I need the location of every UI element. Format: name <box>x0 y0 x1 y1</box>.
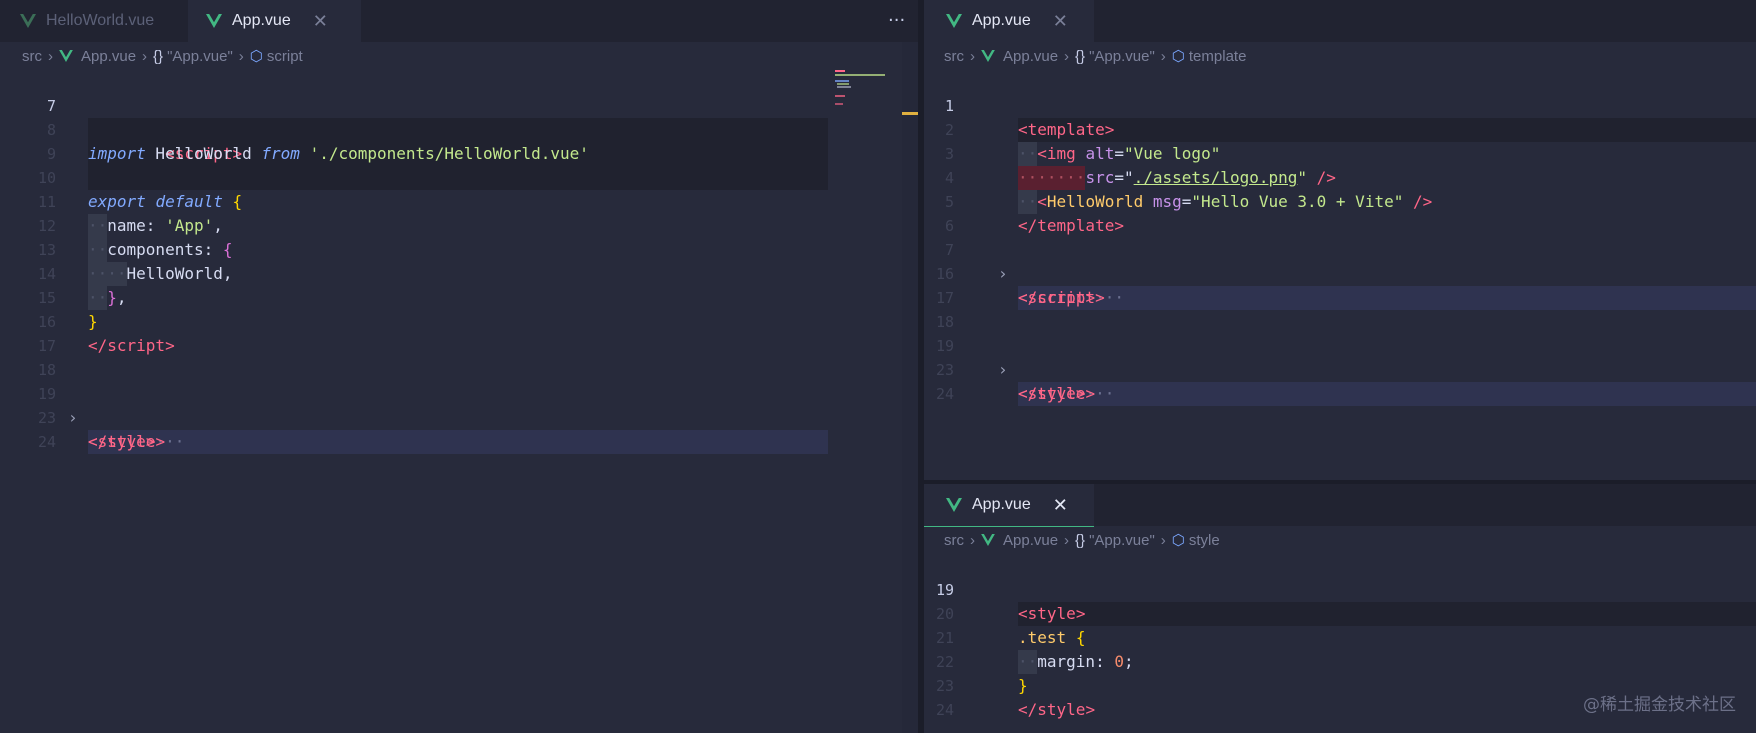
breadcrumb-file[interactable]: App.vue <box>1003 532 1058 549</box>
cube-icon: ⬡ <box>1171 48 1185 65</box>
cube-icon: ⬡ <box>249 48 263 65</box>
code-line: 18 <box>0 334 918 379</box>
tab-label: HelloWorld.vue <box>46 12 155 29</box>
breadcrumb-section[interactable]: template <box>1189 48 1247 65</box>
code-line: 13 ····HelloWorld, <box>0 214 918 286</box>
code-line: 9 <box>0 118 918 163</box>
code-line: 24 <box>0 406 918 451</box>
breadcrumb: src › App.vue › {} "App.vue" › ⬡ templat… <box>924 42 1756 70</box>
breadcrumb-symbol[interactable]: "App.vue" <box>1089 532 1155 549</box>
code-line: 19 › <style>··· <box>0 358 918 454</box>
breadcrumb-section[interactable]: script <box>267 48 303 65</box>
breadcrumb-file[interactable]: App.vue <box>81 48 136 65</box>
code-line: 18 <box>924 286 1756 331</box>
left-editor-pane: HelloWorld.vue App.vue ✕ ··· src › App.v… <box>0 0 918 733</box>
code-line: 11 ··name: 'App', <box>0 166 918 238</box>
breadcrumb-symbol[interactable]: "App.vue" <box>167 48 233 65</box>
code-line: 15 } <box>0 262 918 331</box>
tab-app-vue[interactable]: App.vue ✕ <box>924 484 1094 527</box>
code-line: 22 } <box>924 626 1756 695</box>
code-line: 16 </script> <box>0 286 918 355</box>
code-line: 23 </style> <box>924 650 1756 719</box>
chevron-right-icon: › <box>970 531 975 549</box>
vue-file-icon <box>206 14 222 28</box>
breadcrumb-file[interactable]: App.vue <box>1003 48 1058 65</box>
tab-app-vue[interactable]: App.vue ✕ <box>924 0 1094 42</box>
code-line: 7 › <script>··· <box>924 214 1756 310</box>
code-line: 19 › <style>··· <box>924 310 1756 406</box>
tab-label: App.vue <box>232 12 291 29</box>
watermark: @稀土掘金技术社区 <box>1583 695 1736 715</box>
code-token: style <box>107 432 156 451</box>
code-line: 23 </style> <box>924 334 1756 403</box>
vue-file-icon <box>20 14 36 28</box>
code-line: 2 ··<img alt="Vue logo" <box>924 94 1756 166</box>
code-line: 6 <box>924 190 1756 235</box>
code-line: 7 <script> <box>0 70 918 190</box>
code-token: style <box>1037 700 1086 719</box>
chevron-right-icon: › <box>1160 531 1166 549</box>
right-top-editor-pane: App.vue ✕ src › App.vue › {} "App.vue" ›… <box>924 0 1756 480</box>
breadcrumb: src › App.vue › {} "App.vue" › ⬡ script <box>0 42 918 70</box>
close-icon[interactable]: ✕ <box>1053 495 1068 516</box>
braces-icon: {} <box>1075 531 1086 549</box>
code-editor[interactable]: 7 <script> 8 import HelloWorld from './c… <box>0 70 918 733</box>
breadcrumb: src › App.vue › {} "App.vue" › ⬡ style <box>924 526 1756 554</box>
right-bottom-tab-bar: App.vue ✕ <box>924 484 1756 527</box>
breadcrumb-folder[interactable]: src <box>22 48 42 65</box>
vue-file-icon <box>946 14 962 28</box>
tab-label: App.vue <box>972 12 1031 29</box>
code-line: 23 </style> <box>0 382 918 451</box>
line-number: 24 <box>935 385 954 403</box>
more-actions-icon[interactable]: ··· <box>888 10 905 31</box>
close-icon[interactable]: ✕ <box>1053 11 1068 32</box>
code-line: 1 <template> <box>924 70 1756 142</box>
code-line: 14 ··}, <box>0 238 918 310</box>
vue-file-icon <box>59 50 73 62</box>
braces-icon: {} <box>1075 47 1086 65</box>
code-line: 17 <box>0 310 918 355</box>
code-line: 5 </template> <box>924 166 1756 235</box>
braces-icon: {} <box>153 47 164 65</box>
scroll-indicator <box>902 112 918 115</box>
chevron-right-icon: › <box>1064 47 1070 65</box>
tab-label: App.vue <box>972 496 1031 513</box>
chevron-right-icon: › <box>238 47 244 65</box>
code-line: 16 </script> <box>924 238 1756 307</box>
code-line: 21 ··margin: 0; <box>924 602 1756 674</box>
chevron-right-icon: › <box>142 47 148 65</box>
breadcrumb-folder[interactable]: src <box>944 48 964 65</box>
tab-app-vue[interactable]: App.vue ✕ <box>188 0 361 42</box>
code-editor[interactable]: 1 <template> 2 ··<img alt="Vue logo" 3 ·… <box>924 70 1756 480</box>
chevron-right-icon: › <box>970 47 975 65</box>
code-line: 24 <box>924 358 1756 403</box>
breadcrumb-section[interactable]: style <box>1189 532 1220 549</box>
cube-icon: ⬡ <box>1171 532 1185 549</box>
line-number: 24 <box>935 701 954 719</box>
chevron-right-icon: › <box>1064 531 1070 549</box>
line-number: 24 <box>37 433 56 451</box>
chevron-right-icon: › <box>1160 47 1166 65</box>
code-line: 4 ··<HelloWorld msg="Hello Vue 3.0 + Vit… <box>924 142 1756 214</box>
code-token: style <box>1037 384 1086 403</box>
vue-file-icon <box>946 498 962 512</box>
code-line: 19 <style> <box>924 554 1756 626</box>
tab-helloworld[interactable]: HelloWorld.vue <box>0 0 208 42</box>
code-line: 12 ··components: { <box>0 190 918 262</box>
scrollbar[interactable] <box>902 42 918 733</box>
code-line: 10 export default { <box>0 142 918 211</box>
right-top-tab-bar: App.vue ✕ <box>924 0 1756 42</box>
close-icon[interactable]: ✕ <box>313 11 328 32</box>
code-line: 8 import HelloWorld from './components/H… <box>0 94 918 163</box>
minimap[interactable] <box>830 70 900 110</box>
code-line: 20 .test { <box>924 578 1756 647</box>
breadcrumb-folder[interactable]: src <box>944 532 964 549</box>
breadcrumb-symbol[interactable]: "App.vue" <box>1089 48 1155 65</box>
vue-file-icon <box>981 534 995 546</box>
chevron-right-icon: › <box>48 47 53 65</box>
left-tab-bar: HelloWorld.vue App.vue ✕ ··· <box>0 0 918 42</box>
vue-file-icon <box>981 50 995 62</box>
code-line: 17 <box>924 262 1756 307</box>
code-line: 3 ·······src="./assets/logo.png" /> <box>924 118 1756 190</box>
